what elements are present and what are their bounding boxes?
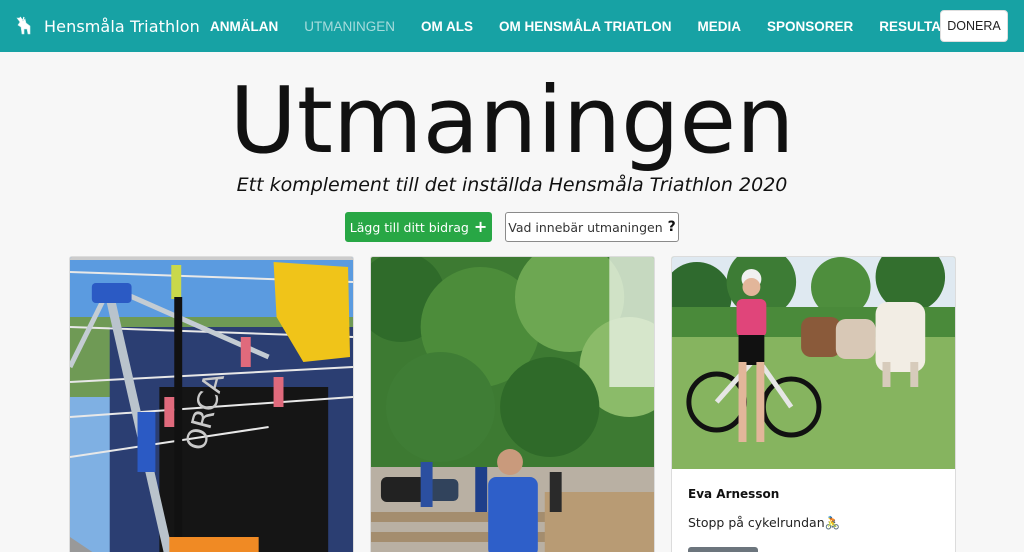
plus-icon: +: [473, 217, 488, 236]
page-title: Utmaningen: [229, 67, 795, 174]
nav-item-media[interactable]: MEDIA: [697, 19, 741, 34]
main-nav: ANMÄLAN UTMANINGEN OM ALS OM HENSMÅLA TR…: [210, 0, 987, 52]
card-author: Eva Arnesson: [688, 487, 780, 501]
what-is-challenge-button[interactable]: Vad innebär utmaningen ?: [505, 212, 679, 242]
brand-link[interactable]: Hensmåla Triathlon: [12, 12, 200, 40]
navbar: Hensmåla Triathlon ANMÄLAN UTMANINGEN OM…: [0, 0, 1024, 52]
contribution-card[interactable]: Eva Arnesson Stopp på cykelrundan🚴: [671, 256, 956, 552]
donate-button[interactable]: DONERA: [940, 10, 1008, 42]
nav-item-anmalan[interactable]: ANMÄLAN: [210, 19, 278, 34]
nav-item-om-als[interactable]: OM ALS: [421, 19, 473, 34]
what-is-challenge-label: Vad innebär utmaningen: [508, 219, 663, 235]
brand-name: Hensmåla Triathlon: [44, 16, 200, 36]
cyclist-in-forest-photo: [371, 257, 654, 552]
contribution-card[interactable]: [370, 256, 655, 552]
goat-logo-icon: [16, 16, 31, 35]
nav-item-sponsorer[interactable]: SPONSORER: [767, 19, 853, 34]
question-icon: ?: [667, 219, 676, 235]
laundry-drying-rack-photo: ORCA: [70, 257, 353, 552]
nav-item-om-hensmala-triatlon[interactable]: OM HENSMÅLA TRIATLON: [499, 19, 671, 34]
add-contribution-label: Lägg till ditt bidrag: [349, 219, 469, 235]
nav-item-resultat-label: RESULTAT: [879, 18, 949, 34]
contribution-card[interactable]: ORCA: [69, 256, 354, 552]
card-body: Eva Arnesson Stopp på cykelrundan🚴: [688, 487, 945, 531]
card-action-button[interactable]: [688, 547, 758, 552]
card-text: Stopp på cykelrundan🚴: [688, 515, 841, 530]
add-contribution-button[interactable]: Lägg till ditt bidrag +: [345, 212, 492, 242]
nav-item-utmaningen[interactable]: UTMANINGEN: [304, 19, 395, 34]
woman-with-bike-and-cows-photo: [672, 257, 955, 469]
page-subtitle: Ett komplement till det inställda Hensmå…: [236, 174, 788, 196]
